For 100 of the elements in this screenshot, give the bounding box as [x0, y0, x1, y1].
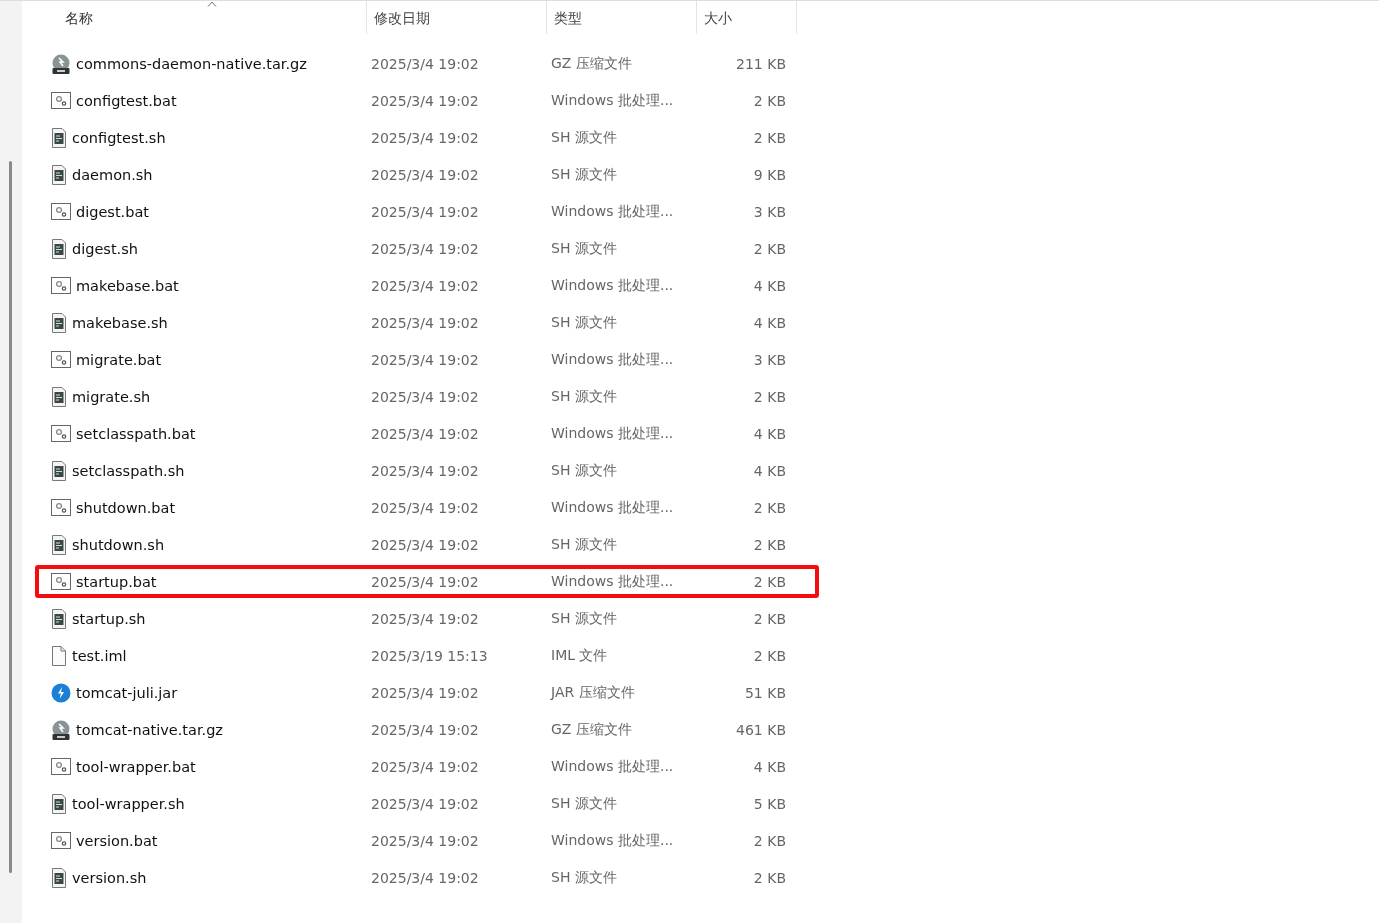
file-name: setclasspath.bat	[76, 425, 196, 442]
column-header[interactable]: 名称	[42, 1, 367, 34]
file-size: 2 KB	[752, 240, 786, 257]
file-size: 9 KB	[752, 166, 786, 183]
column-header[interactable]: 修改日期	[367, 1, 547, 34]
modified-date: 2025/3/4 19:02	[370, 573, 480, 590]
file-type: SH 源文件	[550, 609, 618, 628]
modified-date: 2025/3/4 19:02	[370, 351, 480, 368]
file-row[interactable]: digest.bat 2025/3/4 19:02 Windows 批处理... 3 KB	[35, 195, 819, 228]
modified-date: 2025/3/4 19:02	[370, 129, 480, 146]
file-name: digest.bat	[76, 203, 149, 220]
script-file-icon	[51, 793, 67, 814]
file-row[interactable]: setclasspath.sh 2025/3/4 19:02 SH 源文件 4 KB	[35, 454, 819, 487]
file-type: Windows 批处理...	[550, 757, 675, 776]
file-type: SH 源文件	[550, 868, 618, 887]
file-row[interactable]: configtest.bat 2025/3/4 19:02 Windows 批处理... 2 KB	[35, 84, 819, 117]
file-name: startup.bat	[76, 573, 157, 590]
file-row[interactable]: startup.sh 2025/3/4 19:02 SH 源文件 2 KB	[35, 602, 819, 635]
file-size: 5 KB	[752, 795, 786, 812]
file-size: 2 KB	[752, 610, 786, 627]
file-type: Windows 批处理...	[550, 202, 675, 221]
file-size: 4 KB	[752, 425, 786, 442]
script-file-icon	[51, 386, 67, 407]
file-row[interactable]: test.iml 2025/3/19 15:13 IML 文件 2 KB	[35, 639, 819, 672]
file-type: SH 源文件	[550, 535, 618, 554]
file-type: Windows 批处理...	[550, 498, 675, 517]
gear-file-icon	[51, 757, 71, 776]
modified-date: 2025/3/4 19:02	[370, 499, 480, 516]
file-row[interactable]: version.sh 2025/3/4 19:02 SH 源文件 2 KB	[35, 861, 819, 894]
file-type: JAR 压缩文件	[549, 683, 636, 702]
gear-file-icon	[51, 91, 71, 110]
gear-file-icon	[51, 572, 71, 591]
file-name: version.sh	[72, 869, 147, 886]
file-row[interactable]: shutdown.sh 2025/3/4 19:02 SH 源文件 2 KB	[35, 528, 819, 561]
file-row[interactable]: shutdown.bat 2025/3/4 19:02 Windows 批处理... 2 KB	[35, 491, 819, 524]
file-name: version.bat	[76, 832, 158, 849]
lightning-circle-icon	[51, 682, 71, 703]
archive-icon	[51, 719, 71, 740]
file-size: 2 KB	[752, 832, 786, 849]
script-file-icon	[51, 238, 67, 259]
file-type: SH 源文件	[550, 387, 618, 406]
file-row[interactable]: setclasspath.bat 2025/3/4 19:02 Windows 批处理... 4 KB	[35, 417, 819, 450]
file-row[interactable]: commons-daemon-native.tar.gz 2025/3/4 19:02 GZ 压缩文件 211 KB	[35, 47, 819, 80]
file-size: 2 KB	[752, 536, 786, 553]
modified-date: 2025/3/4 19:02	[370, 536, 480, 553]
script-file-icon	[51, 312, 67, 333]
modified-date: 2025/3/4 19:02	[370, 388, 480, 405]
file-name: tool-wrapper.bat	[76, 758, 196, 775]
file-type: Windows 批处理...	[550, 831, 675, 850]
script-file-icon	[51, 460, 67, 481]
file-row[interactable]: tomcat-native.tar.gz 2025/3/4 19:02 GZ 压缩文件 461 KB	[35, 713, 819, 746]
modified-date: 2025/3/4 19:02	[370, 832, 480, 849]
script-file-icon	[51, 164, 67, 185]
scrollbar-thumb[interactable]	[9, 161, 12, 873]
file-size: 4 KB	[752, 314, 786, 331]
file-size: 2 KB	[752, 388, 786, 405]
file-name: tool-wrapper.sh	[72, 795, 185, 812]
file-row[interactable]: tomcat-juli.jar 2025/3/4 19:02 JAR 压缩文件 51 KB	[35, 676, 819, 709]
file-name: migrate.sh	[72, 388, 151, 405]
file-size: 211 KB	[735, 55, 786, 72]
file-row[interactable]: configtest.sh 2025/3/4 19:02 SH 源文件 2 KB	[35, 121, 819, 154]
modified-date: 2025/3/4 19:02	[370, 203, 480, 220]
file-row[interactable]: makebase.sh 2025/3/4 19:02 SH 源文件 4 KB	[35, 306, 819, 339]
file-type: Windows 批处理...	[550, 276, 675, 295]
archive-icon	[51, 53, 71, 74]
file-type: Windows 批处理...	[550, 424, 675, 443]
column-header[interactable]: 类型	[547, 1, 697, 34]
file-row[interactable]: version.bat 2025/3/4 19:02 Windows 批处理... 2 KB	[35, 824, 819, 857]
file-name: migrate.bat	[76, 351, 162, 368]
modified-date: 2025/3/4 19:02	[370, 277, 480, 294]
file-name: shutdown.sh	[72, 536, 165, 553]
modified-date: 2025/3/4 19:02	[370, 55, 480, 72]
file-size: 3 KB	[752, 351, 786, 368]
file-row[interactable]: daemon.sh 2025/3/4 19:02 SH 源文件 9 KB	[35, 158, 819, 191]
file-type: SH 源文件	[550, 313, 618, 332]
file-name: configtest.bat	[76, 92, 177, 109]
modified-date: 2025/3/4 19:02	[370, 684, 480, 701]
sort-caret-icon	[207, 1, 217, 7]
file-size: 4 KB	[752, 277, 786, 294]
file-size: 2 KB	[752, 129, 786, 146]
file-size: 2 KB	[752, 499, 786, 516]
file-row[interactable]: digest.sh 2025/3/4 19:02 SH 源文件 2 KB	[35, 232, 819, 265]
file-row[interactable]: tool-wrapper.sh 2025/3/4 19:02 SH 源文件 5 KB	[35, 787, 819, 820]
file-size: 4 KB	[752, 758, 786, 775]
modified-date: 2025/3/4 19:02	[370, 314, 480, 331]
file-name: daemon.sh	[72, 166, 153, 183]
file-type: GZ 压缩文件	[550, 720, 633, 739]
file-type: SH 源文件	[550, 165, 618, 184]
file-row[interactable]: migrate.bat 2025/3/4 19:02 Windows 批处理... 3 KB	[35, 343, 819, 376]
file-name: commons-daemon-native.tar.gz	[76, 55, 307, 72]
file-row[interactable]: makebase.bat 2025/3/4 19:02 Windows 批处理... 4 KB	[35, 269, 819, 302]
gear-file-icon	[51, 831, 71, 850]
column-header[interactable]: 大小	[697, 1, 797, 34]
modified-date: 2025/3/4 19:02	[370, 425, 480, 442]
file-row[interactable]: migrate.sh 2025/3/4 19:02 SH 源文件 2 KB	[35, 380, 819, 413]
file-name: digest.sh	[72, 240, 138, 257]
highlighted-file-row[interactable]: startup.bat 2025/3/4 19:02 Windows 批处理... 2 KB	[35, 565, 819, 598]
modified-date: 2025/3/4 19:02	[370, 721, 480, 738]
file-row[interactable]: tool-wrapper.bat 2025/3/4 19:02 Windows 批处理... 4 KB	[35, 750, 819, 783]
file-size: 51 KB	[743, 684, 786, 701]
